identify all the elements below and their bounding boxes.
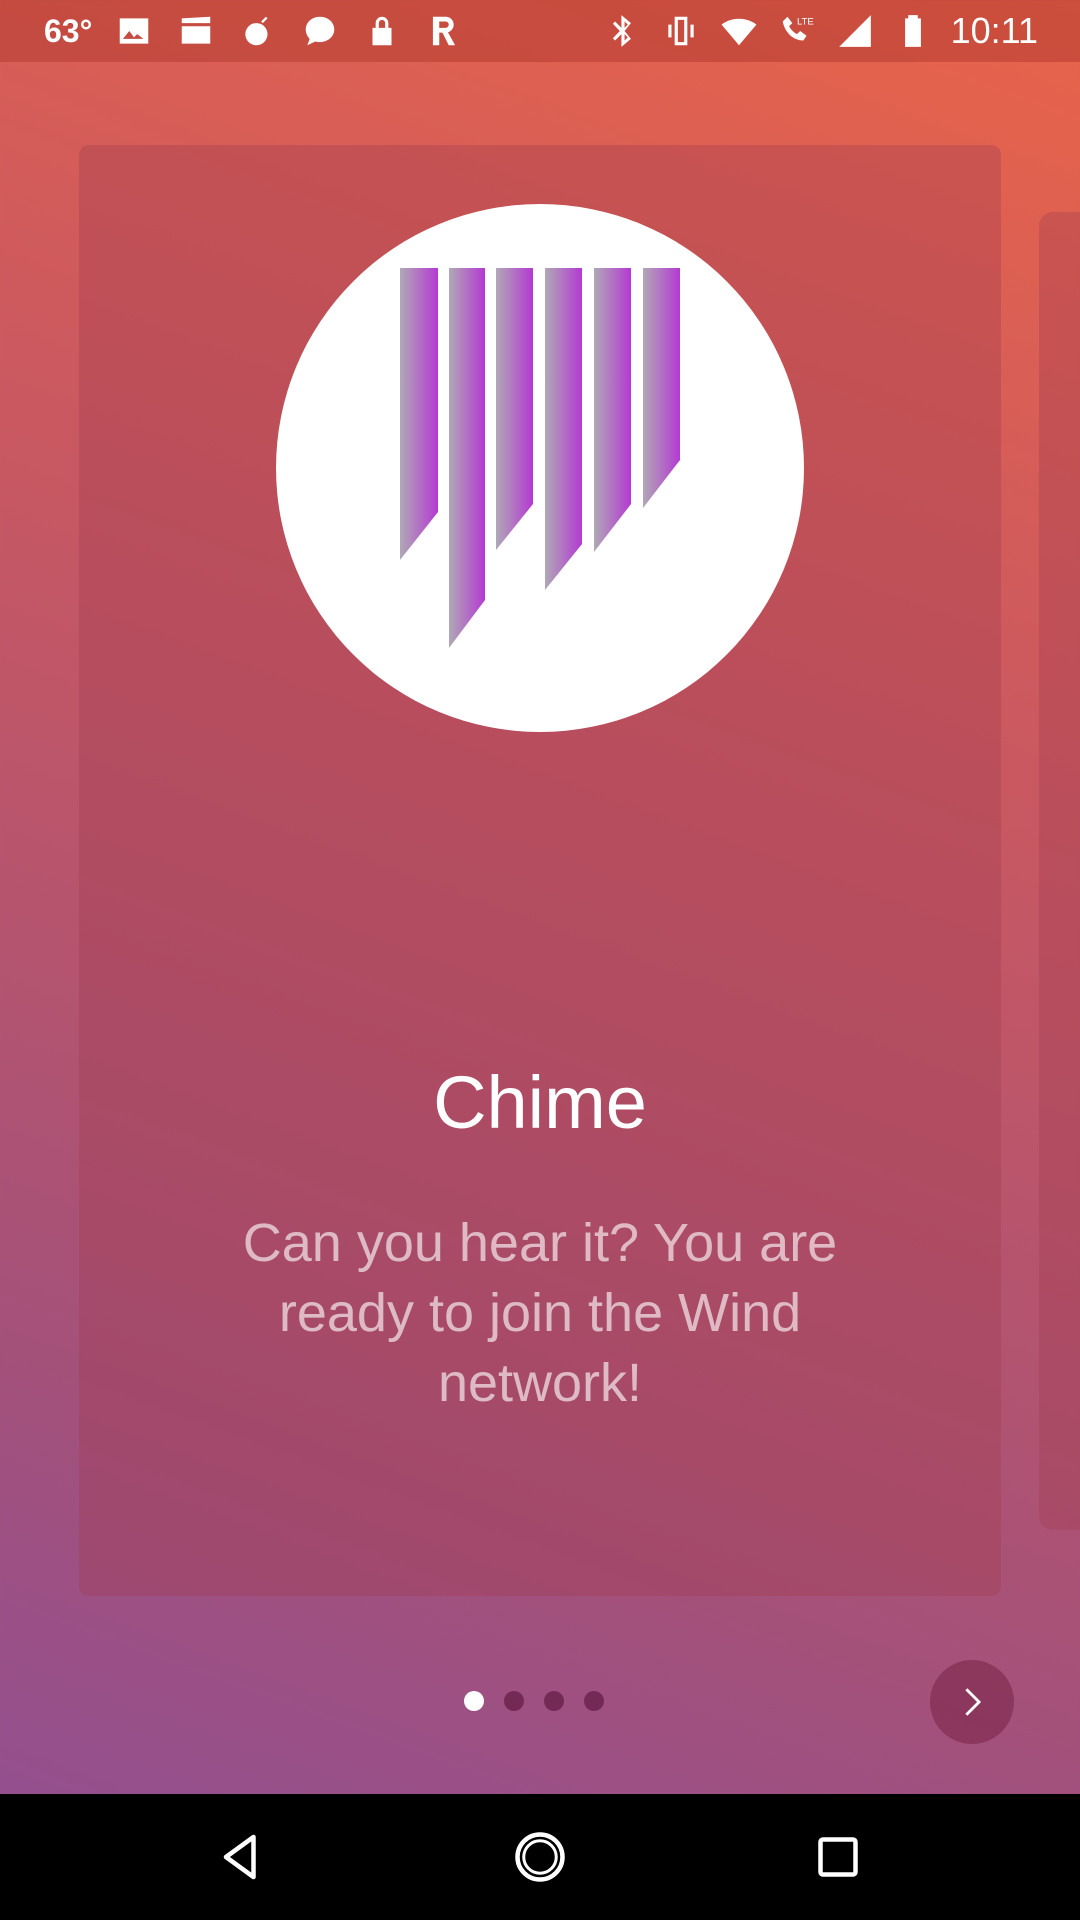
home-button[interactable] [507, 1824, 573, 1890]
onboarding-description: Can you hear it? You are ready to join t… [242, 1213, 838, 1413]
next-button[interactable] [930, 1660, 1014, 1744]
page-indicator [464, 1691, 604, 1713]
chat-heart-icon [300, 11, 340, 51]
recents-square-icon [818, 1837, 858, 1877]
page-dot-2[interactable] [504, 1691, 524, 1711]
clock-text: 10:11 [950, 10, 1038, 51]
lock-icon [362, 11, 402, 51]
page-dot-3[interactable] [544, 1691, 564, 1711]
bomb-icon [238, 11, 278, 51]
recents-button[interactable] [805, 1824, 871, 1890]
status-left: 63° [44, 0, 464, 62]
image-icon [114, 11, 154, 51]
home-circle-icon [515, 1832, 565, 1882]
r-app-icon [424, 11, 464, 51]
lte-call-icon: LTE [777, 11, 817, 51]
battery-icon [893, 11, 933, 51]
back-triangle-icon [223, 1834, 256, 1880]
next-card-peek[interactable] [1039, 212, 1080, 1530]
chime-logo-icon [276, 204, 804, 732]
svg-text:LTE: LTE [797, 17, 814, 28]
wifi-icon [719, 11, 759, 51]
page-dot-4[interactable] [584, 1691, 604, 1711]
vibrate-icon [661, 11, 701, 51]
cell-signal-icon [835, 11, 875, 51]
navigation-bar [0, 1794, 1080, 1920]
status-bar: 63° LTE 10:11 [0, 0, 1080, 62]
back-button[interactable] [208, 1824, 274, 1890]
bluetooth-icon [603, 11, 643, 51]
clapper-icon [176, 11, 216, 51]
temperature-text: 63° [44, 12, 93, 49]
chevron-right-icon [965, 1688, 982, 1716]
page-dot-1[interactable] [464, 1691, 484, 1711]
onboarding-title: Chime [433, 1061, 647, 1144]
status-right: LTE 10:11 [603, 0, 1038, 62]
